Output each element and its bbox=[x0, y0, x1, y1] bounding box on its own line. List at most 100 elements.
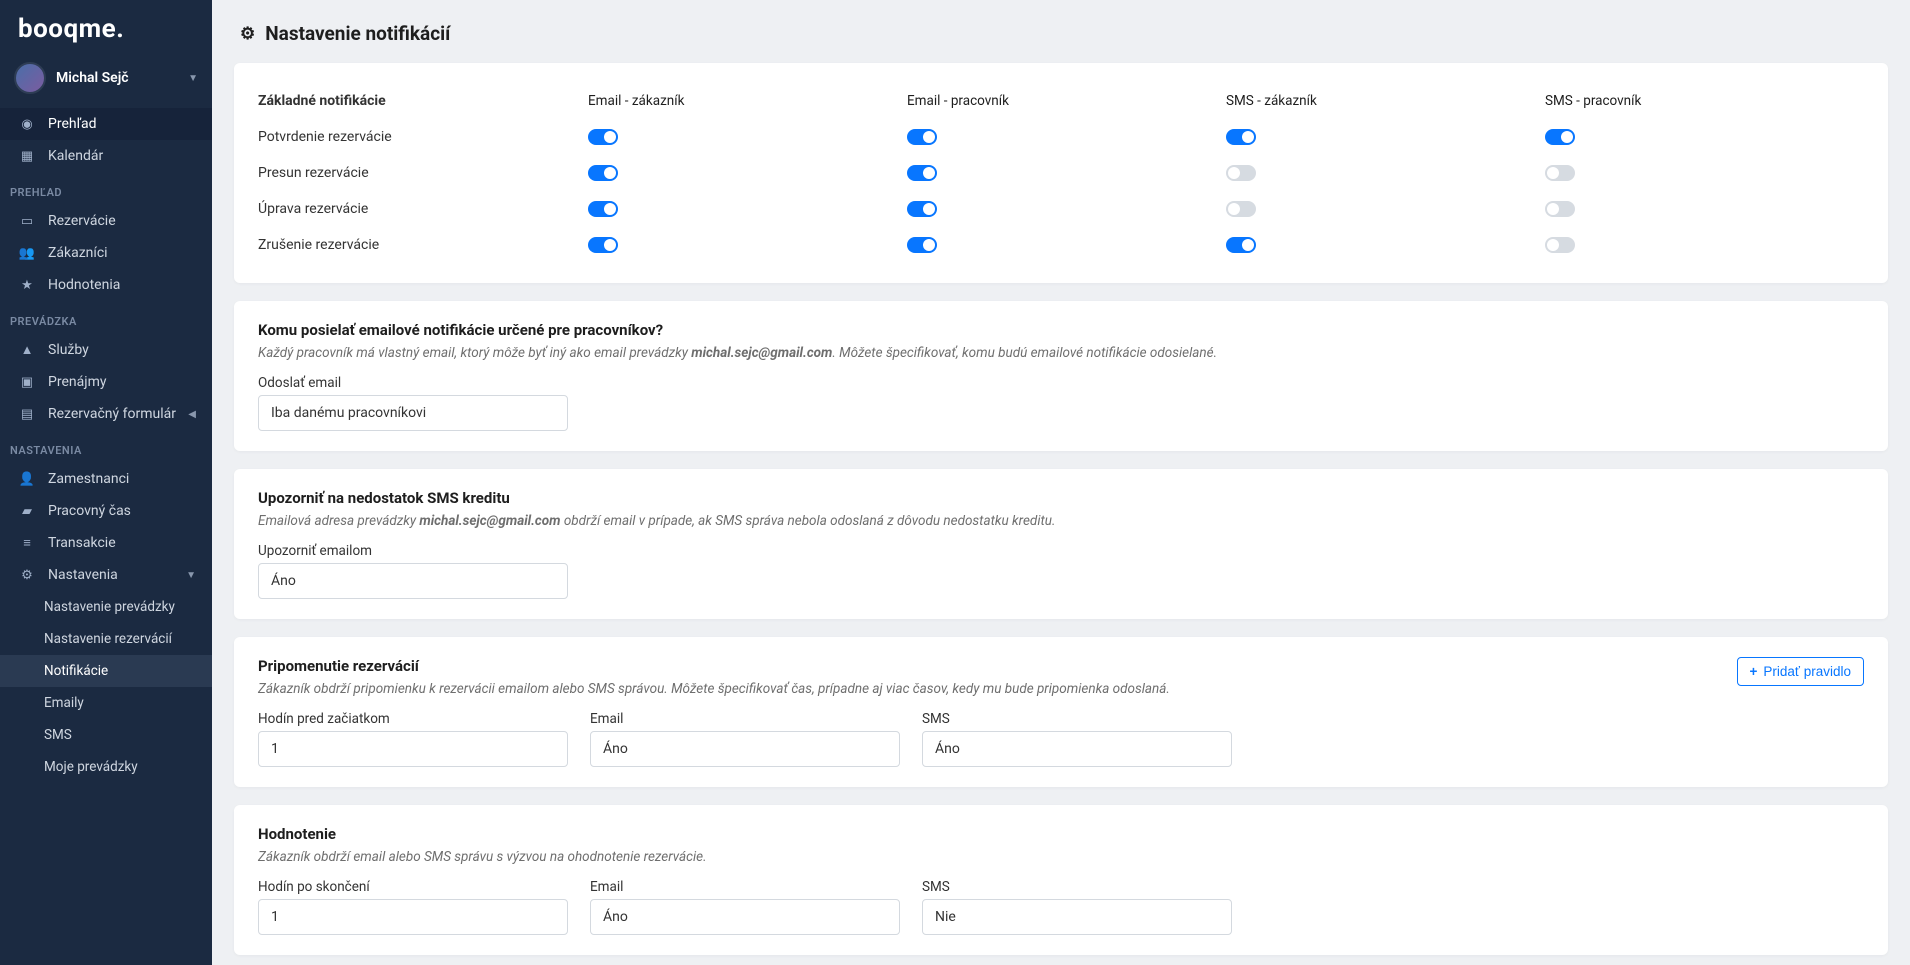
sidebar-item-reservations[interactable]: ▭Rezervácie bbox=[0, 205, 212, 237]
label-hours-before: Hodín pred začiatkom bbox=[258, 711, 568, 727]
section-label-prehlad: PREHĽAD bbox=[0, 172, 212, 205]
sidebar-item-settings[interactable]: ⚙Nastavenia▼ bbox=[0, 559, 212, 591]
clipboard-icon: ▤ bbox=[16, 407, 38, 422]
chevron-left-icon: ◀ bbox=[188, 409, 196, 420]
desc-sms-credit: Emailová adresa prevádzky michal.sejc@gm… bbox=[258, 513, 1864, 529]
toggle-switch[interactable] bbox=[1545, 165, 1575, 181]
toggle-cell bbox=[1226, 191, 1545, 227]
toggle-switch[interactable] bbox=[1226, 165, 1256, 181]
select-reminder-sms[interactable]: Áno bbox=[922, 731, 1232, 767]
toggle-switch[interactable] bbox=[588, 165, 618, 181]
main-content: ⚙ Nastavenie notifikácií Základné notifi… bbox=[212, 0, 1910, 965]
calendar-icon: ▦ bbox=[16, 149, 38, 164]
toggle-switch[interactable] bbox=[1226, 201, 1256, 217]
sidebar-item-employees[interactable]: 👤Zamestnanci bbox=[0, 463, 212, 495]
toggle-cell bbox=[907, 119, 1226, 155]
subnav-prev[interactable]: Nastavenie prevádzky bbox=[0, 591, 212, 623]
card-rating: Hodnotenie Zákazník obdrží email alebo S… bbox=[234, 805, 1888, 955]
gear-icon: ⚙ bbox=[240, 24, 255, 44]
toggle-cell bbox=[1226, 155, 1545, 191]
cloud-icon: ▲ bbox=[16, 342, 38, 358]
card-sms-credit: Upozorniť na nedostatok SMS kreditu Emai… bbox=[234, 469, 1888, 619]
toggle-switch[interactable] bbox=[907, 165, 937, 181]
heading-rating: Hodnotenie bbox=[258, 825, 1864, 843]
toggle-switch[interactable] bbox=[907, 129, 937, 145]
sidebar-item-worktime[interactable]: ▰Pracovný čas bbox=[0, 495, 212, 527]
label-notify-email: Upozorniť emailom bbox=[258, 543, 1864, 559]
label-send-email: Odoslať email bbox=[258, 375, 1864, 391]
toggle-cell bbox=[1545, 155, 1864, 191]
toggle-cell bbox=[1545, 119, 1864, 155]
select-hours-before[interactable]: 1 bbox=[258, 731, 568, 767]
select-rating-sms[interactable]: Nie bbox=[922, 899, 1232, 935]
user-menu[interactable]: Michal Sejč ▼ bbox=[0, 52, 212, 108]
table-row: Zrušenie rezervácie bbox=[258, 227, 1864, 263]
subnav-notif[interactable]: Notifikácie bbox=[0, 655, 212, 687]
select-reminder-email[interactable]: Áno bbox=[590, 731, 900, 767]
heading-basic: Základné notifikácie bbox=[258, 83, 588, 119]
sidebar-item-transactions[interactable]: ≡Transakcie bbox=[0, 527, 212, 559]
toggle-cell bbox=[907, 227, 1226, 263]
toggle-switch[interactable] bbox=[907, 201, 937, 217]
chevron-down-icon: ▼ bbox=[186, 570, 196, 581]
list-icon: ≡ bbox=[16, 535, 38, 551]
star-icon: ★ bbox=[16, 278, 38, 293]
subnav-my[interactable]: Moje prevádzky bbox=[0, 751, 212, 783]
gear-icon: ⚙ bbox=[16, 568, 38, 583]
toggle-switch[interactable] bbox=[1226, 237, 1256, 253]
toggle-switch[interactable] bbox=[1545, 201, 1575, 217]
sidebar-item-rentals[interactable]: ▣Prenájmy bbox=[0, 366, 212, 398]
toggle-cell bbox=[588, 191, 907, 227]
sidebar-item-customers[interactable]: 👥Zákazníci bbox=[0, 237, 212, 269]
desc-rating: Zákazník obdrží email alebo SMS správu s… bbox=[258, 849, 1864, 865]
row-label: Potvrdenie rezervácie bbox=[258, 119, 588, 155]
chevron-down-icon: ▼ bbox=[188, 73, 198, 84]
label-reminder-sms: SMS bbox=[922, 711, 1232, 727]
desc-reminder: Zákazník obdrží pripomienku k rezervácii… bbox=[258, 681, 1170, 697]
toggle-cell bbox=[588, 227, 907, 263]
label-hours-after: Hodín po skončení bbox=[258, 879, 568, 895]
toggle-cell bbox=[1545, 227, 1864, 263]
sidebar-item-resform[interactable]: ▤Rezervačný formulár◀ bbox=[0, 398, 212, 430]
sidebar-item-services[interactable]: ▲Služby bbox=[0, 334, 212, 366]
toggle-switch[interactable] bbox=[1545, 237, 1575, 253]
select-rating-email[interactable]: Áno bbox=[590, 899, 900, 935]
subnav-emails[interactable]: Emaily bbox=[0, 687, 212, 719]
sidebar-item-overview[interactable]: ◉Prehľad bbox=[0, 108, 212, 140]
label-rating-sms: SMS bbox=[922, 879, 1232, 895]
toggle-switch[interactable] bbox=[588, 201, 618, 217]
calendar-day-icon: ▭ bbox=[16, 214, 38, 229]
table-row: Úprava rezervácie bbox=[258, 191, 1864, 227]
toggle-cell bbox=[907, 191, 1226, 227]
sidebar-item-calendar[interactable]: ▦Kalendár bbox=[0, 140, 212, 172]
heading-reminder: Pripomenutie rezervácií bbox=[258, 657, 1170, 675]
subnav-sms[interactable]: SMS bbox=[0, 719, 212, 751]
sidebar-item-ratings[interactable]: ★Hodnotenia bbox=[0, 269, 212, 301]
table-row: Potvrdenie rezervácie bbox=[258, 119, 1864, 155]
truck-icon: ▣ bbox=[16, 375, 38, 390]
card-basic-notifications: Základné notifikácie Email - zákazník Em… bbox=[234, 63, 1888, 283]
users-icon: 👥 bbox=[16, 246, 38, 261]
toggle-switch[interactable] bbox=[1545, 129, 1575, 145]
select-notify-email[interactable]: Áno bbox=[258, 563, 568, 599]
settings-submenu: Nastavenie prevádzky Nastavenie rezervác… bbox=[0, 591, 212, 783]
row-label: Presun rezervácie bbox=[258, 155, 588, 191]
toggle-cell bbox=[1226, 119, 1545, 155]
toggle-switch[interactable] bbox=[907, 237, 937, 253]
toggle-switch[interactable] bbox=[588, 237, 618, 253]
toggle-switch[interactable] bbox=[588, 129, 618, 145]
page-title: ⚙ Nastavenie notifikácií bbox=[240, 22, 1888, 45]
subnav-res[interactable]: Nastavenie rezervácií bbox=[0, 623, 212, 655]
plus-icon: + bbox=[1750, 664, 1758, 679]
row-label: Úprava rezervácie bbox=[258, 191, 588, 227]
toggle-switch[interactable] bbox=[1226, 129, 1256, 145]
row-label: Zrušenie rezervácie bbox=[258, 227, 588, 263]
section-label-nastavenia: NASTAVENIA bbox=[0, 430, 212, 463]
dashboard-icon: ◉ bbox=[16, 117, 38, 132]
col-email-employee: Email - pracovník bbox=[907, 83, 1226, 119]
heading-email-who: Komu posielať emailové notifikácie určen… bbox=[258, 321, 1864, 339]
select-hours-after[interactable]: 1 bbox=[258, 899, 568, 935]
col-sms-employee: SMS - pracovník bbox=[1545, 83, 1864, 119]
add-rule-button[interactable]: +Pridať pravidlo bbox=[1737, 657, 1865, 686]
select-send-email[interactable]: Iba danému pracovníkovi bbox=[258, 395, 568, 431]
